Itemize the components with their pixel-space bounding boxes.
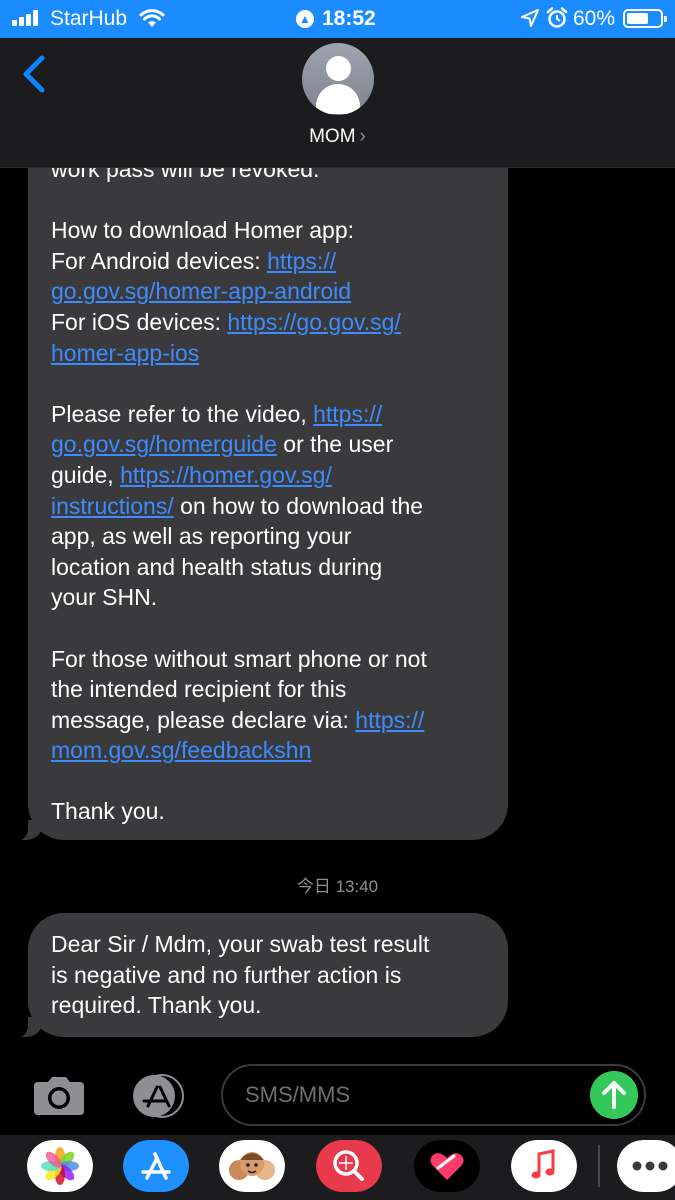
send-arrow-icon[interactable] (590, 1071, 638, 1119)
message-text: Dear Sir / Mdm, your swab test result is … (51, 929, 491, 1021)
conversation-header: MOM › (0, 38, 675, 168)
message-text-run: your SHN. (51, 584, 158, 611)
clock: 18:52 (322, 7, 376, 30)
message-line: How to download Homer app: (51, 215, 491, 246)
message-link[interactable]: mom.gov.sg/feedbackshn (51, 737, 311, 763)
message-text-run: Dear Sir / Mdm, your swab test result (51, 931, 430, 957)
message-line: app, as well as reporting your (51, 521, 491, 552)
message-link[interactable]: https://go.gov.sg/ (227, 309, 400, 335)
message-line: instructions/ on how to download the (51, 491, 491, 522)
chevron-right-icon: › (359, 126, 366, 147)
message-line: guide, https://homer.gov.sg/ (51, 460, 491, 491)
message-link[interactable]: https:// (313, 401, 382, 427)
message-line: For those without smart phone or not (51, 644, 491, 675)
more-apps-icon[interactable] (617, 1140, 675, 1192)
drawer-divider (598, 1145, 600, 1187)
message-blank-line (51, 766, 491, 797)
message-line: Thank you. (51, 796, 491, 827)
message-link[interactable]: go.gov.sg/homer-app-android (51, 278, 351, 304)
digital-touch-app-icon[interactable] (414, 1140, 480, 1192)
wifi-icon (139, 9, 165, 27)
message-text-run: Please refer to the video, (51, 400, 314, 427)
alarm-icon (546, 7, 568, 28)
app-store-icon[interactable] (124, 1074, 190, 1118)
battery-percent: 60% (573, 7, 616, 30)
message-blank-line (51, 613, 491, 644)
message-bubble: work pass will be revoked. How to downlo… (14, 60, 508, 841)
message-text-run: location and health status during (51, 553, 383, 580)
message-composer (0, 1055, 675, 1135)
message-line: go.gov.sg/homer-app-android (51, 276, 491, 307)
status-bar: StarHub ▲ 18:52 60% (0, 0, 675, 38)
message-text-run: guide, (51, 461, 121, 488)
memoji-app-icon[interactable] (219, 1140, 285, 1192)
camera-icon[interactable] (30, 1076, 88, 1116)
message-line: required. Thank you. (51, 990, 491, 1021)
contact-avatar[interactable] (302, 43, 374, 115)
message-input[interactable] (245, 1078, 575, 1112)
message-text-run: For iOS devices: (51, 308, 228, 335)
message-text-run: the intended recipient for this (51, 676, 347, 703)
signal-icon (12, 10, 44, 26)
message-text-run: required. Thank you. (51, 992, 262, 1019)
message-text-run: For those without smart phone or not (51, 645, 427, 672)
message-line: mom.gov.sg/feedbackshn (51, 735, 491, 766)
contact-name-button[interactable]: MOM › (0, 126, 675, 148)
message-text-run: is negative and no further action is (51, 961, 402, 988)
image-search-app-icon[interactable] (316, 1140, 382, 1192)
message-line: location and health status during (51, 552, 491, 583)
message-line: For Android devices: https:// (51, 246, 491, 277)
app-drawer (0, 1135, 675, 1200)
message-line: Please refer to the video, https:// (51, 399, 491, 430)
location-icon: ▲ (296, 10, 314, 28)
app-store-app-icon[interactable] (123, 1140, 189, 1192)
message-text-run: How to download Homer app: (51, 217, 354, 244)
message-timestamp: 今日 13:40 (296, 877, 379, 896)
message-link[interactable]: https:// (267, 248, 336, 274)
navigation-arrow-icon (521, 9, 539, 27)
message-text-run: message, please declare via: (51, 706, 356, 733)
message-link[interactable]: go.gov.sg/homerguide (51, 431, 277, 457)
message-line: Dear Sir / Mdm, your swab test result (51, 929, 491, 960)
message-text: work pass will be revoked. How to downlo… (51, 154, 491, 827)
message-line: is negative and no further action is (51, 960, 491, 991)
message-text-run: or the user (276, 431, 394, 458)
message-input-field[interactable] (221, 1064, 646, 1126)
battery-icon (623, 9, 667, 28)
message-bubble: Dear Sir / Mdm, your swab test result is … (14, 913, 508, 1038)
message-link[interactable]: homer-app-ios (51, 340, 199, 366)
message-line: homer-app-ios (51, 338, 491, 369)
message-text-run: Thank you. (51, 798, 165, 825)
message-line: message, please declare via: https:// (51, 705, 491, 736)
message-line: go.gov.sg/homerguide or the user (51, 429, 491, 460)
message-blank-line (51, 185, 491, 216)
message-link[interactable]: instructions/ (51, 493, 174, 519)
message-link[interactable]: https://homer.gov.sg/ (120, 462, 332, 488)
back-chevron-icon[interactable] (18, 52, 54, 96)
photos-app-icon[interactable] (27, 1140, 93, 1192)
message-text-run: For Android devices: (51, 247, 268, 274)
carrier-name: StarHub (50, 7, 128, 30)
contact-name: MOM (309, 126, 356, 147)
message-line: For iOS devices: https://go.gov.sg/ (51, 307, 491, 338)
message-blank-line (51, 368, 491, 399)
message-line: your SHN. (51, 582, 491, 613)
message-text-run: app, as well as reporting your (51, 523, 352, 550)
message-line: the intended recipient for this (51, 674, 491, 705)
message-link[interactable]: https:// (355, 707, 424, 733)
message-text-run: on how to download the (173, 492, 424, 519)
music-app-icon[interactable] (511, 1140, 577, 1192)
